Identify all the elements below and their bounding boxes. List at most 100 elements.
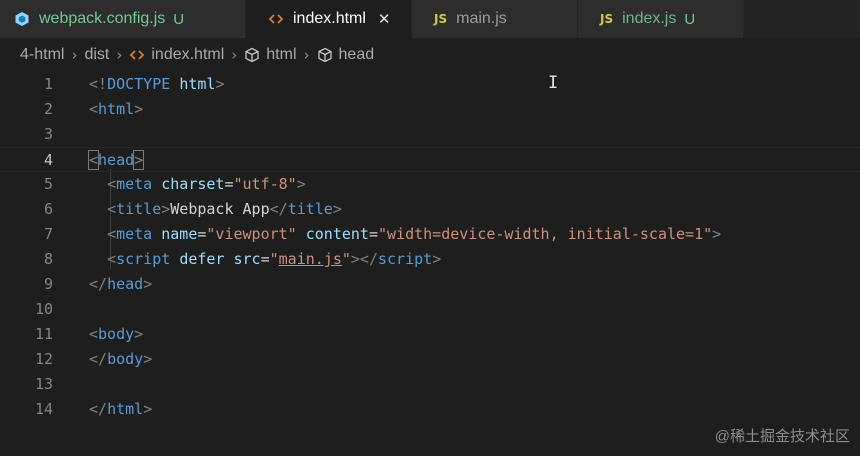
line-code: </html> xyxy=(89,397,152,422)
code-token: DOCTYPE xyxy=(107,75,171,93)
breadcrumb-symbol-html[interactable]: html xyxy=(244,46,297,64)
code-token: < xyxy=(87,150,100,170)
code-line[interactable]: 13 xyxy=(0,372,860,397)
code-line[interactable]: 14 </html> xyxy=(0,397,860,422)
tab-label: index.js xyxy=(622,10,677,27)
code-token: < xyxy=(89,325,99,343)
code-line[interactable]: 6 <title>Webpack App</title> xyxy=(0,197,860,222)
code-token: html xyxy=(179,75,216,93)
code-token: > xyxy=(161,200,171,218)
code-token: > xyxy=(143,350,153,368)
code-token: content xyxy=(305,225,369,243)
tab-index-js[interactable]: JS index.js U xyxy=(578,0,744,38)
tab-label: index.html xyxy=(293,10,366,27)
code-token: head xyxy=(98,151,135,169)
code-token: body xyxy=(107,350,144,368)
line-number: 1 xyxy=(43,75,53,93)
code-line[interactable]: 3 xyxy=(0,122,860,147)
line-code: <script defer src="main.js"></script> xyxy=(89,247,441,272)
tab-main-js[interactable]: JS main.js xyxy=(412,0,578,38)
line-number: 2 xyxy=(43,100,53,118)
code-token: Webpack App xyxy=(170,200,270,218)
code-token: = xyxy=(368,225,378,243)
code-token: </ xyxy=(89,350,108,368)
line-code: <meta charset="utf-8"> xyxy=(89,172,306,197)
code-token: head xyxy=(107,275,144,293)
code-token: title xyxy=(116,200,162,218)
breadcrumb-label: html xyxy=(266,46,297,63)
close-icon[interactable]: ✕ xyxy=(378,10,391,28)
code-token: = xyxy=(260,250,270,268)
code-token: < xyxy=(107,250,117,268)
code-line[interactable]: 12 </body> xyxy=(0,347,860,372)
code-line[interactable]: 10 xyxy=(0,297,860,322)
code-token: = xyxy=(224,175,234,193)
code-token: meta xyxy=(116,225,153,243)
code-token: body xyxy=(98,325,135,343)
code-token: > xyxy=(143,400,153,418)
chevron-right-icon: › xyxy=(71,46,78,64)
code-line[interactable]: 8 <script defer src="main.js"></script> xyxy=(0,247,860,272)
html-file-icon xyxy=(268,12,284,26)
code-token: > xyxy=(143,275,153,293)
code-token: </ xyxy=(89,275,108,293)
code-editor[interactable]: 1 <!DOCTYPE html> 2 <html> 3 4 <head> 5 <meta c… xyxy=(0,72,860,456)
breadcrumb-symbol-head[interactable]: head xyxy=(317,46,374,64)
line-number: 14 xyxy=(34,400,53,418)
code-token: > xyxy=(215,75,225,93)
code-token: ></ xyxy=(350,250,378,268)
code-line[interactable]: 9 </head> xyxy=(0,272,860,297)
code-token: > xyxy=(134,325,144,343)
breadcrumb-file-index-html[interactable]: index.html xyxy=(129,46,224,64)
code-token: > xyxy=(432,250,442,268)
code-token: html xyxy=(98,100,135,118)
cube-icon xyxy=(317,47,333,63)
code-line[interactable]: 4 <head> xyxy=(0,147,860,172)
code-token: </ xyxy=(269,200,288,218)
tab-index-html[interactable]: index.html ✕ xyxy=(246,0,412,38)
breadcrumb: 4-html › dist › index.html › html › head xyxy=(0,38,860,72)
line-number: 8 xyxy=(43,250,53,268)
code-token: name xyxy=(161,225,198,243)
code-token: > xyxy=(296,175,306,193)
line-number: 12 xyxy=(34,350,53,368)
code-line[interactable]: 11 <body> xyxy=(0,322,860,347)
line-code: </head> xyxy=(89,272,152,297)
tab-label: webpack.config.js xyxy=(39,10,166,27)
code-token: charset xyxy=(161,175,225,193)
js-file-icon: JS xyxy=(434,12,448,26)
breadcrumb-label: index.html xyxy=(151,46,225,63)
code-token: <! xyxy=(89,75,108,93)
code-token: > xyxy=(133,150,145,170)
html-file-icon xyxy=(129,48,145,62)
line-number: 4 xyxy=(43,151,53,169)
js-file-icon: JS xyxy=(600,12,614,26)
watermark: @稀土掘金技术社区 xyxy=(714,428,850,445)
code-line[interactable]: 1 <!DOCTYPE html> xyxy=(0,72,860,97)
code-token: script xyxy=(116,250,171,268)
code-token: < xyxy=(89,100,99,118)
text-cursor-icon: I xyxy=(548,73,559,93)
breadcrumb-label: dist xyxy=(84,46,110,63)
code-line[interactable]: 5 <meta charset="utf-8"> xyxy=(0,172,860,197)
breadcrumb-folder-dist[interactable]: dist xyxy=(84,46,109,64)
line-number: 10 xyxy=(34,300,53,318)
file-link[interactable]: main.js xyxy=(279,250,342,268)
line-code: <meta name="viewport" content="width=dev… xyxy=(89,222,721,247)
code-line[interactable]: 2 <html> xyxy=(0,97,860,122)
code-line[interactable]: 7 <meta name="viewport" content="width=d… xyxy=(0,222,860,247)
line-code: <body> xyxy=(89,322,143,347)
code-token: src xyxy=(233,250,261,268)
chevron-right-icon: › xyxy=(303,46,310,64)
tab-bar-empty-space[interactable] xyxy=(744,0,860,38)
breadcrumb-folder-4-html[interactable]: 4-html xyxy=(20,46,64,64)
editor-tab-bar: webpack.config.js U index.html ✕ JS main… xyxy=(0,0,860,38)
code-token: < xyxy=(107,225,117,243)
tab-webpack-config[interactable]: webpack.config.js U xyxy=(0,0,246,38)
